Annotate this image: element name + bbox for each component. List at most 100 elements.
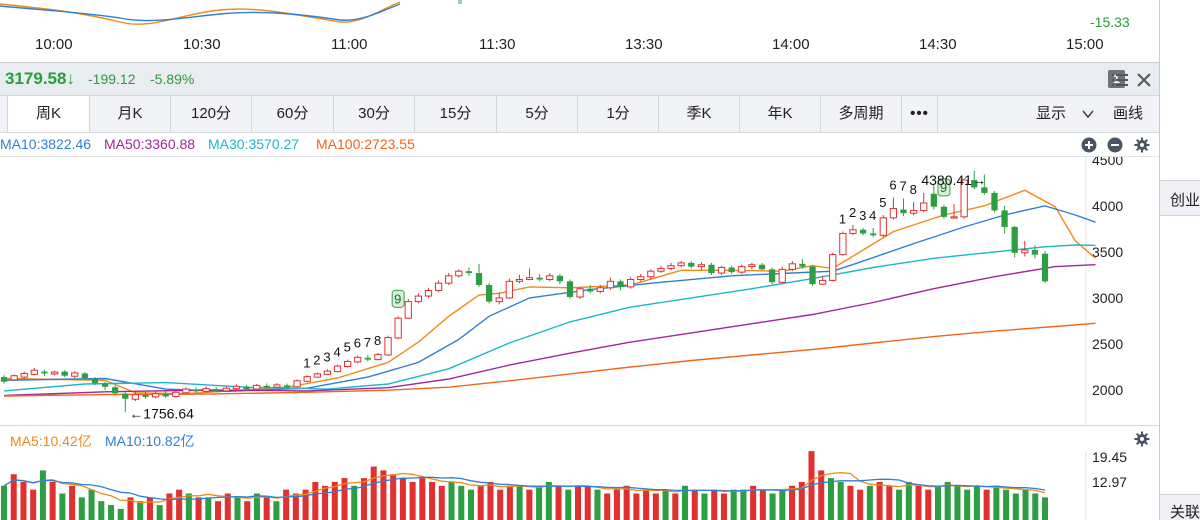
candle xyxy=(879,215,887,238)
candle xyxy=(333,364,342,373)
volume-gear-icon[interactable] xyxy=(1134,431,1150,447)
tab-120min[interactable]: 120分 xyxy=(171,96,252,132)
candle-body xyxy=(445,275,453,284)
candle xyxy=(788,261,796,272)
candle-body xyxy=(505,280,513,299)
td-count-label: 7 xyxy=(900,178,907,193)
candle-body xyxy=(374,354,382,361)
candle-body xyxy=(556,275,564,282)
candle-body xyxy=(213,389,220,391)
candle xyxy=(657,265,665,274)
tab-monthly[interactable]: 月K xyxy=(90,96,171,132)
candle xyxy=(556,273,564,285)
candle xyxy=(688,261,695,269)
candle-body xyxy=(626,278,635,288)
time-tick: 13:30 xyxy=(625,36,663,53)
candle-body xyxy=(20,372,28,378)
volume-bar xyxy=(866,485,873,520)
tab-60min[interactable]: 60分 xyxy=(252,96,334,132)
list-icon[interactable] xyxy=(1112,73,1128,87)
tab-multi-period[interactable]: 多周期 xyxy=(821,96,902,132)
candle xyxy=(374,353,382,361)
volume-bar xyxy=(623,485,630,520)
volume-bar xyxy=(59,493,66,520)
tab-yearly[interactable]: 年K xyxy=(740,96,821,132)
time-tick: 11:00 xyxy=(331,36,368,53)
candle xyxy=(424,287,433,298)
tab-30min[interactable]: 30分 xyxy=(334,96,415,132)
candle-body xyxy=(465,271,473,274)
intraday-orange-line xyxy=(0,1,401,25)
time-tick: 10:30 xyxy=(183,36,221,53)
volume-bar xyxy=(506,485,513,520)
quote-header: 3179.58↓ -199.12 -5.89% 1 xyxy=(0,62,1159,96)
y-tick-label: 4500 xyxy=(1092,157,1123,168)
candle-body xyxy=(677,262,685,267)
volume-bar xyxy=(565,489,572,520)
tab-1min[interactable]: 1分 xyxy=(578,96,659,132)
volume-chart[interactable]: 12.97 19.45 xyxy=(0,451,1159,520)
candlestick-chart[interactable]: 2000250030003500400045001 2 3 4 5 6 7 891 2 3 456 7… xyxy=(0,157,1159,425)
volume-bar xyxy=(944,481,951,520)
candle-body xyxy=(879,217,887,236)
tab-blank[interactable] xyxy=(0,96,8,132)
candle-body xyxy=(809,266,816,285)
candle xyxy=(839,231,847,256)
ma50-legend: MA50:3360.88 xyxy=(104,136,196,152)
candle xyxy=(455,269,463,278)
volume-bar xyxy=(30,489,37,520)
candle-body xyxy=(889,208,898,219)
candle-body xyxy=(566,281,574,297)
volume-bar xyxy=(925,489,932,520)
volume-bar xyxy=(273,501,280,520)
volume-bar xyxy=(1022,489,1029,520)
side-tab-chinext[interactable]: 创业 xyxy=(1160,180,1200,216)
candle-body xyxy=(343,360,352,368)
candle xyxy=(617,279,624,291)
candle-body xyxy=(101,383,109,387)
tab-5min[interactable]: 5分 xyxy=(497,96,578,132)
candle-body xyxy=(182,388,190,394)
td-count-label: 4 xyxy=(334,345,341,360)
gear-icon[interactable] xyxy=(1134,137,1150,153)
side-tab-related[interactable]: 关联 xyxy=(1160,494,1200,520)
volume-bar xyxy=(117,508,124,520)
volume-bar xyxy=(458,485,465,520)
candle-body xyxy=(587,288,594,292)
close-icon[interactable] xyxy=(1137,73,1151,87)
display-button[interactable]: 显示 xyxy=(1036,96,1106,132)
tab-15min[interactable]: 15分 xyxy=(415,96,497,132)
volume-bar xyxy=(934,485,941,520)
zoom-in-icon[interactable] xyxy=(1081,137,1097,153)
draw-line-button[interactable]: 画线 xyxy=(1113,96,1159,132)
candle-body xyxy=(839,232,847,256)
candle-body xyxy=(829,254,837,281)
candle-body xyxy=(991,192,998,211)
candle-body xyxy=(981,187,988,193)
volume-bar xyxy=(0,485,8,520)
candle-body xyxy=(920,202,928,211)
volume-bar xyxy=(993,485,1000,520)
candle xyxy=(303,375,311,383)
ma10-line xyxy=(3,205,1096,393)
volume-bar xyxy=(954,485,961,520)
candle xyxy=(253,384,261,391)
candle-body xyxy=(485,285,493,302)
tab-quarterly[interactable]: 季K xyxy=(659,96,740,132)
candle xyxy=(667,262,675,271)
chevron-down-icon[interactable] xyxy=(1082,108,1094,120)
tab-weekly[interactable]: 周K xyxy=(8,96,90,132)
candle xyxy=(384,335,392,356)
volume-bar xyxy=(837,481,844,520)
volume-bar xyxy=(263,497,270,520)
candle xyxy=(1001,205,1008,234)
candle xyxy=(131,392,140,402)
vol-tick-label: 12.97 xyxy=(1092,474,1127,490)
candle-body xyxy=(313,373,321,378)
volume-bar xyxy=(49,481,56,520)
time-tick: 14:00 xyxy=(772,36,810,53)
td-count-label: 4 xyxy=(869,208,876,223)
volume-bar xyxy=(536,485,543,520)
tab-more[interactable]: ••• xyxy=(902,96,938,132)
zoom-out-icon[interactable] xyxy=(1107,137,1123,153)
